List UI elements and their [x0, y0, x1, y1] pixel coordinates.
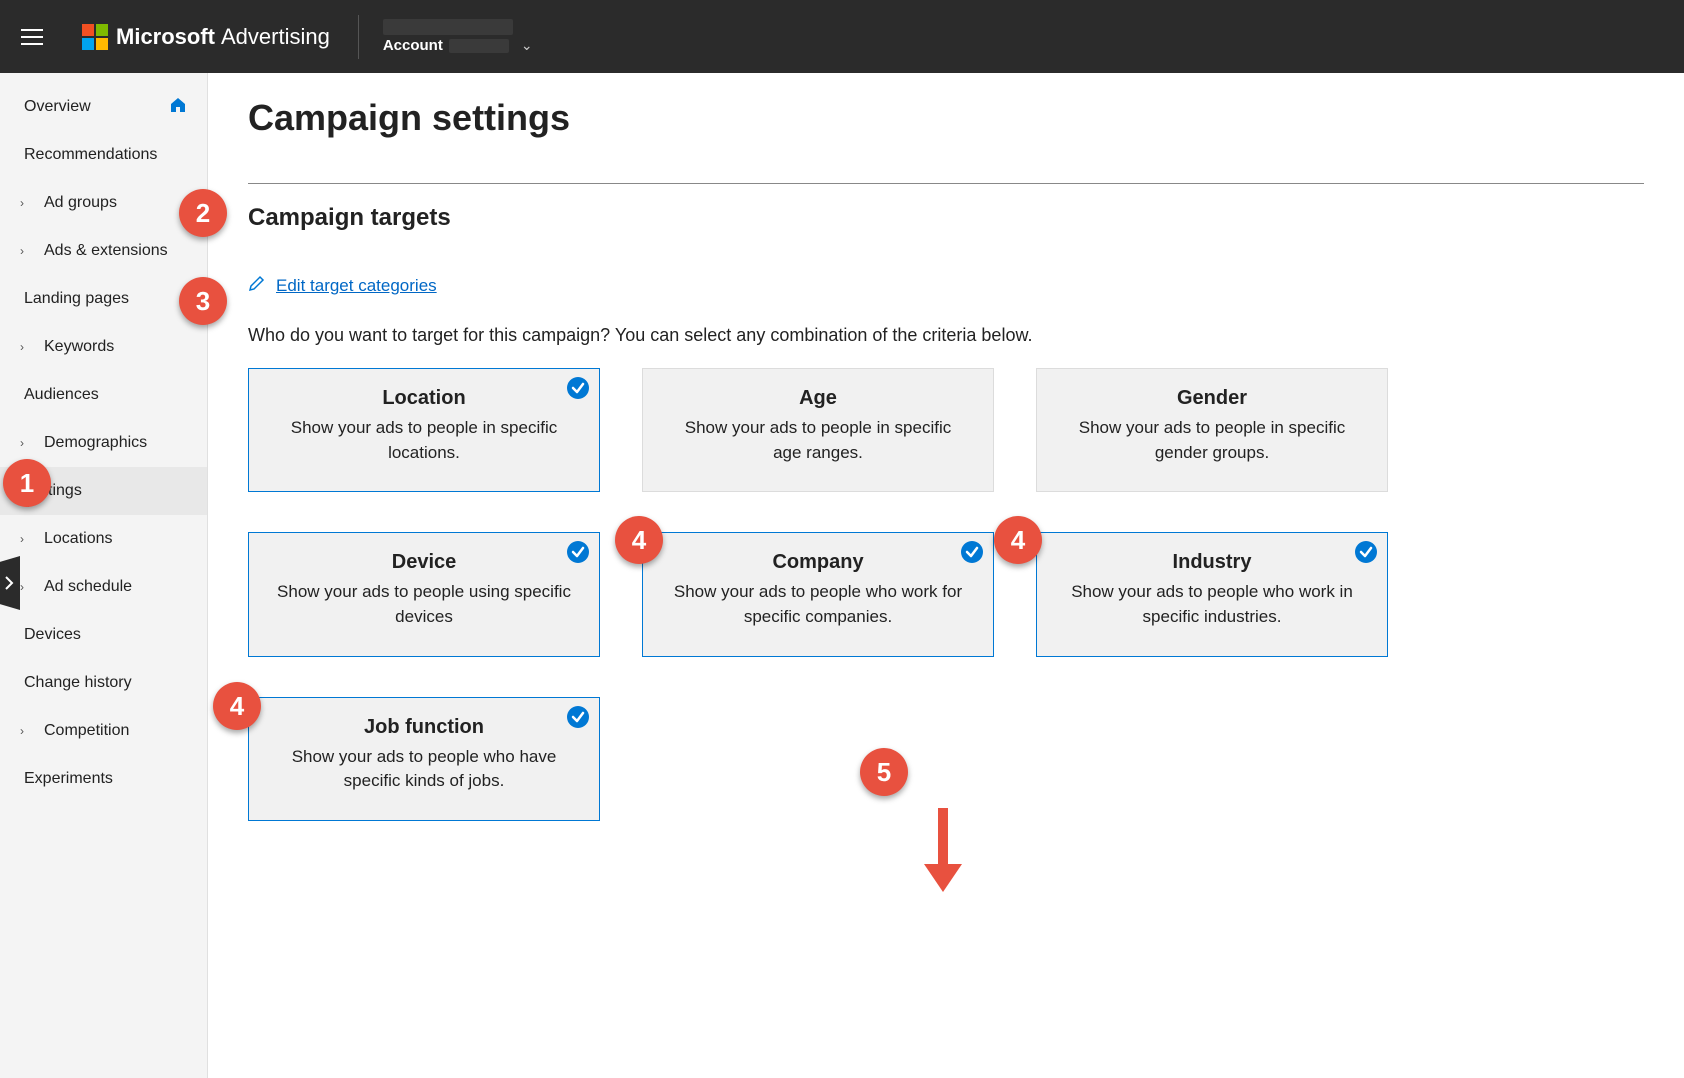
- redacted-text: [449, 39, 509, 53]
- target-card-gender[interactable]: Gender Show your ads to people in specifi…: [1036, 368, 1388, 492]
- chevron-right-icon: ›: [20, 340, 24, 354]
- chevron-down-icon: ⌄: [521, 37, 533, 54]
- sidebar-item-ad-groups[interactable]: › Ad groups: [0, 179, 207, 227]
- account-label: Account: [383, 37, 443, 54]
- header-divider: [358, 15, 359, 59]
- account-switcher[interactable]: Account ⌄: [383, 19, 543, 54]
- chevron-right-icon: ›: [20, 532, 24, 546]
- checkmark-icon: [567, 541, 589, 563]
- sidebar-item-audiences[interactable]: Audiences: [0, 371, 207, 419]
- sidebar-item-label: Ads & extensions: [44, 242, 187, 260]
- sidebar-item-keywords[interactable]: › Keywords: [0, 323, 207, 371]
- app-header: Microsoft Advertising Account ⌄: [0, 0, 1684, 73]
- checkmark-icon: [961, 541, 983, 563]
- redacted-text: [383, 19, 513, 35]
- target-description: Who do you want to target for this campa…: [248, 325, 1644, 346]
- card-title: Gender: [1065, 387, 1359, 410]
- main-content: Campaign settings Campaign targets Edit …: [208, 73, 1684, 1078]
- sidebar-item-label: Competition: [44, 722, 187, 740]
- card-description: Show your ads to people who work for spe…: [671, 580, 965, 629]
- card-description: Show your ads to people in specific loca…: [277, 416, 571, 465]
- brand-microsoft: Microsoft: [116, 24, 215, 50]
- sidebar-item-label: Settings: [24, 482, 187, 500]
- target-card-age[interactable]: Age Show your ads to people in specific a…: [642, 368, 994, 492]
- home-icon: [169, 96, 187, 119]
- expand-drawer-button[interactable]: [0, 556, 20, 610]
- chevron-right-icon: ›: [20, 724, 24, 738]
- microsoft-logo-icon: [82, 24, 108, 50]
- sidebar-item-label: Keywords: [44, 338, 187, 356]
- card-description: Show your ads to people in specific gend…: [1065, 416, 1359, 465]
- sidebar-item-label: Demographics: [44, 434, 187, 452]
- sidebar-item-locations[interactable]: › Locations: [0, 515, 207, 563]
- card-title: Location: [277, 387, 571, 410]
- hamburger-menu-button[interactable]: [12, 17, 52, 57]
- sidebar-nav: Overview Recommendations › Ad groups › Ads & …: [0, 73, 208, 1078]
- sidebar-item-label: Ad schedule: [44, 578, 187, 596]
- chevron-right-icon: [4, 575, 14, 591]
- target-card-location[interactable]: Location Show your ads to people in speci…: [248, 368, 600, 492]
- brand-product: Advertising: [221, 24, 330, 50]
- sidebar-item-label: Locations: [44, 530, 187, 548]
- sidebar-item-settings[interactable]: Settings: [0, 467, 207, 515]
- card-title: Age: [671, 387, 965, 410]
- sidebar-item-ad-schedule[interactable]: › Ad schedule: [0, 563, 207, 611]
- card-description: Show your ads to people in specific age …: [671, 416, 965, 465]
- sidebar-item-devices[interactable]: Devices: [0, 611, 207, 659]
- section-title: Campaign targets: [248, 204, 1644, 232]
- chevron-right-icon: ›: [20, 196, 24, 210]
- pencil-icon: [248, 274, 266, 297]
- sidebar-item-landing-pages[interactable]: Landing pages: [0, 275, 207, 323]
- target-card-job-function[interactable]: Job function Show your ads to people who …: [248, 697, 600, 821]
- chevron-right-icon: ›: [20, 244, 24, 258]
- sidebar-item-label: Ad groups: [44, 194, 187, 212]
- sidebar-item-label: Devices: [24, 626, 187, 644]
- sidebar-item-experiments[interactable]: Experiments: [0, 755, 207, 803]
- sidebar-item-demographics[interactable]: › Demographics: [0, 419, 207, 467]
- edit-target-row: Edit target categories: [248, 274, 1644, 297]
- chevron-right-icon: ›: [20, 436, 24, 450]
- checkmark-icon: [1355, 541, 1377, 563]
- sidebar-item-label: Overview: [24, 98, 169, 116]
- target-card-industry[interactable]: Industry Show your ads to people who work…: [1036, 532, 1388, 656]
- target-cards-grid: Location Show your ads to people in speci…: [248, 368, 1388, 821]
- sidebar-item-label: Change history: [24, 674, 187, 692]
- card-title: Device: [277, 551, 571, 574]
- card-title: Job function: [277, 716, 571, 739]
- checkmark-icon: [567, 377, 589, 399]
- card-description: Show your ads to people who have specifi…: [277, 745, 571, 794]
- sidebar-item-change-history[interactable]: Change history: [0, 659, 207, 707]
- card-title: Industry: [1065, 551, 1359, 574]
- sidebar-item-recommendations[interactable]: Recommendations: [0, 131, 207, 179]
- sidebar-item-competition[interactable]: › Competition: [0, 707, 207, 755]
- sidebar-item-ads-extensions[interactable]: › Ads & extensions: [0, 227, 207, 275]
- card-description: Show your ads to people using specific d…: [277, 580, 571, 629]
- target-card-company[interactable]: Company Show your ads to people who work …: [642, 532, 994, 656]
- card-title: Company: [671, 551, 965, 574]
- checkmark-icon: [567, 706, 589, 728]
- edit-target-categories-link[interactable]: Edit target categories: [276, 276, 437, 296]
- sidebar-item-label: Audiences: [24, 386, 187, 404]
- section-divider: [248, 183, 1644, 184]
- card-description: Show your ads to people who work in spec…: [1065, 580, 1359, 629]
- brand-logo-block[interactable]: Microsoft Advertising: [82, 24, 330, 50]
- target-card-device[interactable]: Device Show your ads to people using spec…: [248, 532, 600, 656]
- sidebar-item-label: Recommendations: [24, 146, 187, 164]
- page-title: Campaign settings: [248, 97, 1644, 139]
- sidebar-item-label: Experiments: [24, 770, 187, 788]
- chevron-right-icon: ›: [20, 580, 24, 594]
- sidebar-item-label: Landing pages: [24, 290, 187, 308]
- sidebar-item-overview[interactable]: Overview: [0, 83, 207, 131]
